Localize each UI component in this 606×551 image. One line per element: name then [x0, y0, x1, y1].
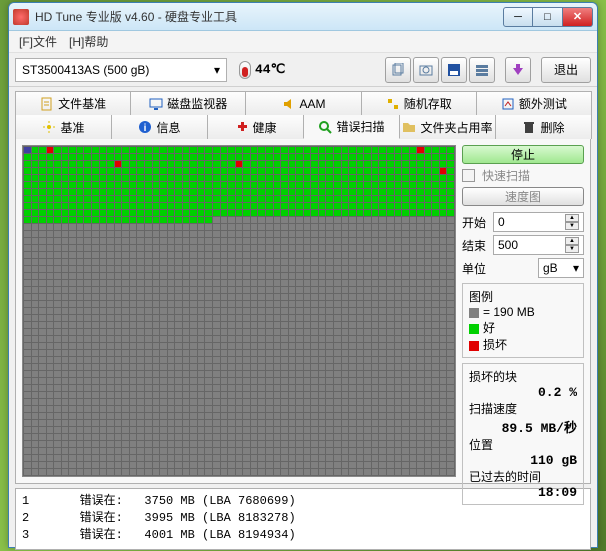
pos-value: 110 gB	[469, 453, 577, 468]
error-scan-icon	[318, 120, 332, 134]
dropdown-icon: ▾	[214, 63, 220, 77]
benchmark-icon	[42, 120, 56, 134]
end-row: 结束 500▲▼	[462, 235, 584, 255]
unit-label: 单位	[462, 260, 490, 277]
drive-select-value: ST3500413AS (500 gB)	[22, 63, 149, 77]
tabs: 文件基准磁盘监视器AAM随机存取额外测试 基准i信息健康错误扫描文件夹占用率删除	[9, 87, 597, 139]
info-icon: i	[138, 120, 152, 134]
tab-基准[interactable]: 基准	[15, 115, 112, 139]
damaged-label: 损坏的块	[469, 368, 577, 385]
exit-button[interactable]: 退出	[541, 57, 591, 83]
speedmap-button[interactable]: 速度图	[462, 187, 584, 206]
toolbar-buttons	[385, 57, 495, 83]
delete-icon	[522, 120, 536, 134]
down-button[interactable]	[505, 57, 531, 83]
tab-AAM[interactable]: AAM	[245, 91, 361, 115]
tab-随机存取[interactable]: 随机存取	[361, 91, 477, 115]
side-panel: 停止 快速扫描 速度图 开始 0▲▼ 结束 500▲▼ 单位 gB▾ 图例	[462, 145, 584, 477]
tab-删除[interactable]: 删除	[495, 115, 592, 139]
thermometer-icon	[239, 61, 251, 79]
legend-title: 图例	[469, 288, 577, 305]
menu-help[interactable]: [H]帮助	[69, 33, 108, 50]
tab-健康[interactable]: 健康	[207, 115, 304, 139]
start-label: 开始	[462, 214, 490, 231]
unit-select[interactable]: gB▾	[538, 258, 584, 278]
quickscan-row: 快速扫描	[462, 167, 584, 184]
window-title: HD Tune 专业版 v4.60 - 硬盘专业工具	[35, 8, 503, 25]
window-controls: ─ □ ✕	[503, 7, 593, 27]
elapsed-label: 已过去的时间	[469, 468, 577, 485]
stats-fieldset: 损坏的块 0.2 % 扫描速度 89.5 MB/秒 位置 110 gB 已过去的…	[462, 363, 584, 505]
elapsed-value: 18:09	[469, 485, 577, 500]
end-input[interactable]: 500▲▼	[493, 235, 584, 255]
quickscan-label: 快速扫描	[482, 167, 530, 184]
tab-磁盘监视器[interactable]: 磁盘监视器	[130, 91, 246, 115]
maximize-button[interactable]: □	[533, 7, 563, 27]
temperature: 44℃	[239, 61, 285, 79]
stop-button[interactable]: 停止	[462, 145, 584, 164]
speaker-icon	[282, 97, 296, 111]
quickscan-checkbox[interactable]	[462, 169, 475, 182]
toolbar: ST3500413AS (500 gB) ▾ 44℃ 退出	[9, 53, 597, 87]
block-map	[22, 145, 456, 477]
tab-信息[interactable]: i信息	[111, 115, 208, 139]
tab-row-1: 文件基准磁盘监视器AAM随机存取额外测试	[15, 91, 591, 115]
speed-value: 89.5 MB/秒	[469, 417, 577, 436]
extra-icon	[501, 97, 515, 111]
pos-label: 位置	[469, 436, 577, 453]
folder-icon	[402, 120, 416, 134]
tab-文件基准[interactable]: 文件基准	[15, 91, 131, 115]
unit-row: 单位 gB▾	[462, 258, 584, 278]
damaged-value: 0.2 %	[469, 385, 577, 400]
svg-text:i: i	[144, 123, 147, 134]
save-button[interactable]	[441, 57, 467, 83]
legend-good-icon	[469, 324, 479, 334]
random-icon	[386, 97, 400, 111]
speed-label: 扫描速度	[469, 400, 577, 417]
menubar: [F]文件 [H]帮助	[9, 31, 597, 53]
toolbar-buttons-2	[505, 57, 531, 83]
legend-block-icon	[469, 308, 479, 318]
spin-up-icon: ▲	[565, 214, 579, 222]
tab-row-2: 基准i信息健康错误扫描文件夹占用率删除	[15, 115, 591, 139]
app-icon	[13, 9, 29, 25]
screenshot-button[interactable]	[413, 57, 439, 83]
file-benchmark-icon	[40, 97, 54, 111]
copy-button[interactable]	[385, 57, 411, 83]
start-row: 开始 0▲▼	[462, 212, 584, 232]
menu-file[interactable]: [F]文件	[19, 33, 57, 50]
scan-panel: 停止 快速扫描 速度图 开始 0▲▼ 结束 500▲▼ 单位 gB▾ 图例	[15, 138, 591, 484]
tab-文件夹占用率[interactable]: 文件夹占用率	[399, 115, 496, 139]
tab-额外测试[interactable]: 额外测试	[476, 91, 592, 115]
app-window: HD Tune 专业版 v4.60 - 硬盘专业工具 ─ □ ✕ [F]文件 […	[8, 2, 598, 548]
legend-bad-icon	[469, 341, 479, 351]
minimize-button[interactable]: ─	[503, 7, 533, 27]
temperature-value: 44℃	[255, 62, 285, 77]
drive-select[interactable]: ST3500413AS (500 gB) ▾	[15, 58, 227, 82]
start-input[interactable]: 0▲▼	[493, 212, 584, 232]
spin-down-icon: ▼	[565, 222, 579, 230]
health-icon	[234, 120, 248, 134]
legend-fieldset: 图例 = 190 MB 好 损坏	[462, 283, 584, 358]
monitor-icon	[149, 97, 163, 111]
settings-button[interactable]	[469, 57, 495, 83]
end-label: 结束	[462, 237, 490, 254]
toolbar-buttons-3: 退出	[541, 57, 591, 83]
tab-错误扫描[interactable]: 错误扫描	[303, 115, 400, 139]
dropdown-icon: ▾	[573, 261, 579, 275]
titlebar[interactable]: HD Tune 专业版 v4.60 - 硬盘专业工具 ─ □ ✕	[9, 3, 597, 31]
close-button[interactable]: ✕	[563, 7, 593, 27]
